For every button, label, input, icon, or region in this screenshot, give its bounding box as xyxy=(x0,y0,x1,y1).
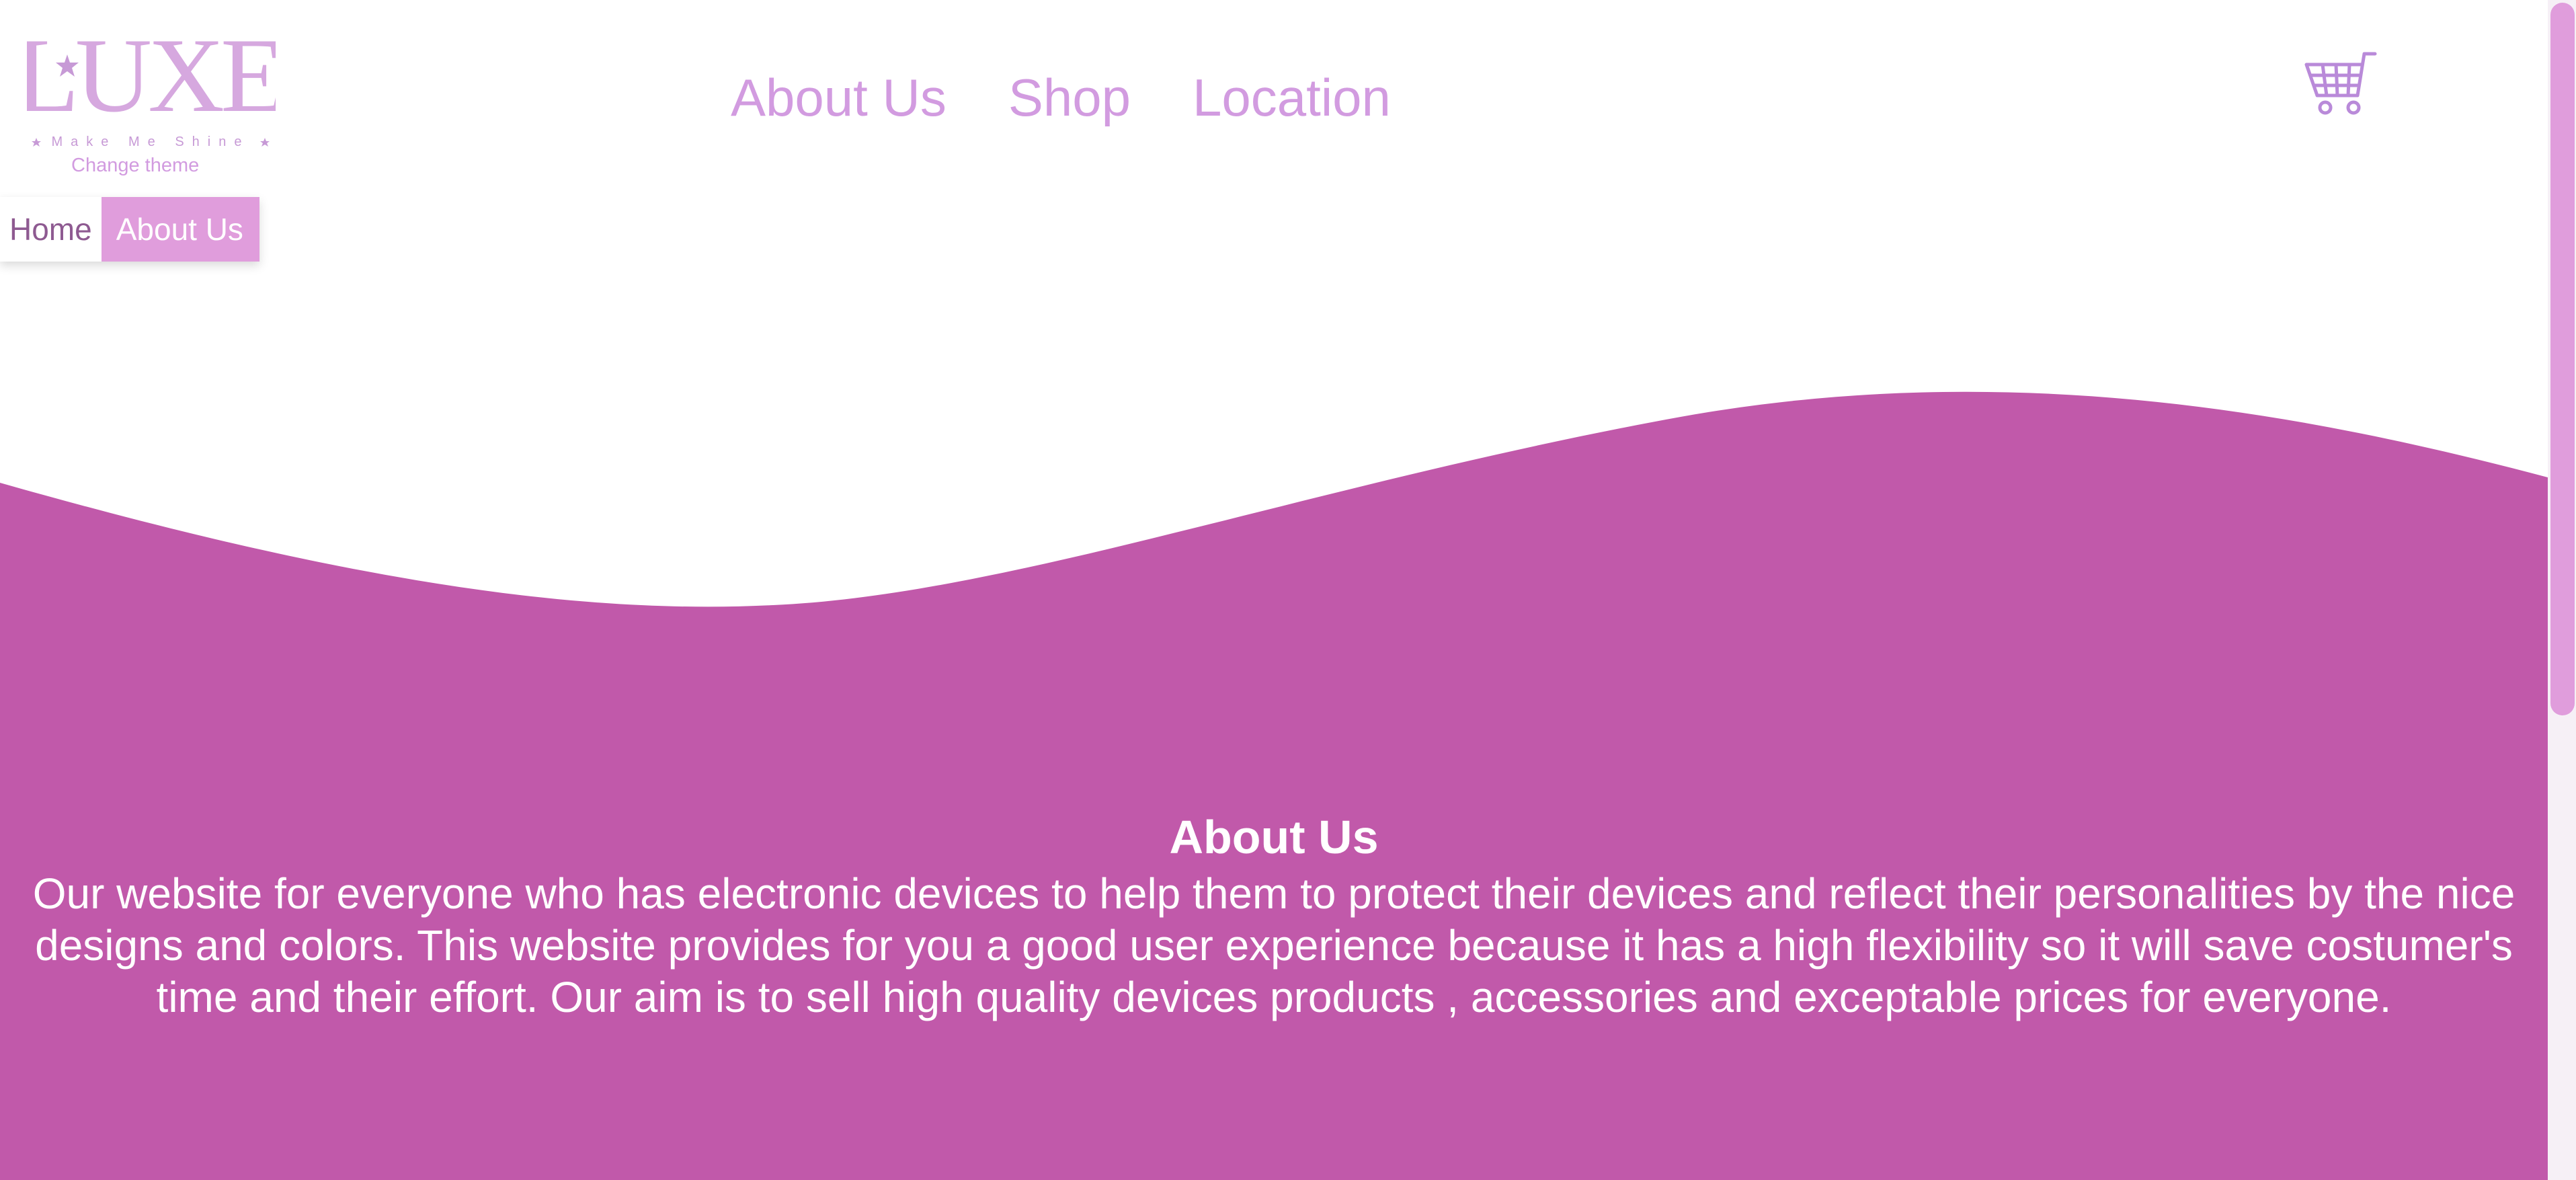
shopping-cart-button[interactable] xyxy=(2302,48,2380,122)
star-icon xyxy=(260,138,270,147)
nav-about-us[interactable]: About Us xyxy=(731,67,947,128)
star-icon xyxy=(32,138,41,147)
wave-background xyxy=(0,391,2548,1180)
vertical-scrollbar[interactable] xyxy=(2548,0,2576,1180)
breadcrumb-current[interactable]: About Us xyxy=(101,197,259,262)
nav-shop[interactable]: Shop xyxy=(1008,67,1131,128)
luxe-logo[interactable]: LUXE Make Me Shine xyxy=(14,17,285,151)
logo-mark: LUXE Make Me Shine xyxy=(14,17,285,149)
about-title: About Us xyxy=(1169,811,1379,863)
about-section: About Us Our website for everyone who ha… xyxy=(0,803,2548,1023)
main-nav: About Us Shop Location xyxy=(731,67,1391,128)
page: LUXE Make Me Shine Change theme About Us… xyxy=(0,0,2576,1180)
logo-tagline: Make Me Shine xyxy=(52,134,250,149)
shopping-cart-icon xyxy=(2304,52,2377,115)
nav-location[interactable]: Location xyxy=(1193,67,1391,128)
breadcrumb: Home About Us xyxy=(0,197,259,262)
about-text: Our website for everyone who has electro… xyxy=(32,869,2515,1021)
scrollbar-thumb[interactable] xyxy=(2550,3,2575,715)
breadcrumb-home[interactable]: Home xyxy=(0,197,102,262)
logo-wordmark: LUXE xyxy=(27,24,276,134)
change-theme-link[interactable]: Change theme xyxy=(71,155,199,177)
